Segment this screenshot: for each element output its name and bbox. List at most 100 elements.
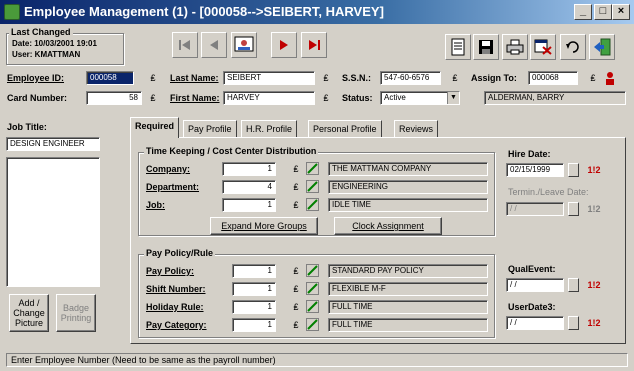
holiday-rule-edit-icon[interactable] xyxy=(306,300,319,313)
termination-date-spinner xyxy=(568,202,579,216)
delete-button[interactable] xyxy=(530,34,556,60)
first-name-label: First Name: xyxy=(170,93,220,103)
pay-category-description: FULL TIME xyxy=(328,318,488,332)
user-date3-spinner[interactable] xyxy=(568,316,579,330)
tab-pay-profile[interactable]: Pay Profile xyxy=(183,120,237,138)
print-button[interactable] xyxy=(502,34,528,60)
job-field[interactable]: 1 xyxy=(222,198,276,212)
tab-hr-profile[interactable]: H.R. Profile xyxy=(241,120,298,138)
job-edit-icon[interactable] xyxy=(306,198,319,211)
last-changed-date: Date: 10/03/2001 19:01 xyxy=(12,39,97,48)
employee-lookup-button[interactable] xyxy=(231,32,257,58)
hire-date-field[interactable]: 02/15/1999 xyxy=(506,163,564,177)
termination-date-calendar-icon: 1!2 xyxy=(587,204,601,214)
status-bar-text: Enter Employee Number (Need to be same a… xyxy=(11,355,276,365)
department-label: Department: xyxy=(146,182,200,192)
close-button[interactable]: × xyxy=(612,4,630,20)
job-lookup-icon[interactable]: ₤ xyxy=(289,199,303,211)
qual-event-label: QualEvent: xyxy=(508,264,556,274)
company-edit-icon[interactable] xyxy=(306,162,319,175)
new-document-icon xyxy=(451,38,465,56)
clock-assignment-button[interactable]: Clock Assignment xyxy=(334,217,442,235)
department-description: ENGINEERING xyxy=(328,180,488,194)
tab-personal-profile[interactable]: Personal Profile xyxy=(308,120,382,138)
first-name-field[interactable]: HARVEY xyxy=(223,91,315,105)
job-title-field[interactable]: DESIGN ENGINEER xyxy=(6,137,100,151)
pay-policy-lookup-icon[interactable]: ₤ xyxy=(289,265,303,277)
pay-category-lookup-icon[interactable]: ₤ xyxy=(289,319,303,331)
qual-event-spinner[interactable] xyxy=(568,278,579,292)
shift-number-field[interactable]: 1 xyxy=(232,282,276,296)
qual-event-field[interactable]: / / xyxy=(506,278,564,292)
status-label: Status: xyxy=(342,93,373,103)
employee-id-label: Employee ID: xyxy=(7,73,65,83)
assign-to-lookup-icon[interactable]: ₤ xyxy=(586,72,600,84)
holiday-rule-label: Holiday Rule: xyxy=(146,302,204,312)
assign-to-field[interactable]: 000068 xyxy=(528,71,578,85)
last-record-button[interactable] xyxy=(301,32,327,58)
holiday-rule-lookup-icon[interactable]: ₤ xyxy=(289,301,303,313)
card-number-field[interactable]: 58 xyxy=(86,91,142,105)
job-description: IDLE TIME xyxy=(328,198,488,212)
exit-door-icon xyxy=(594,38,611,56)
ssn-lookup-icon[interactable]: ₤ xyxy=(448,72,462,84)
minimize-button[interactable]: _ xyxy=(574,4,592,20)
status-value: Active xyxy=(384,93,406,102)
pay-policy-edit-icon[interactable] xyxy=(306,264,319,277)
last-changed-group xyxy=(6,33,124,65)
card-number-label: Card Number: xyxy=(7,93,68,103)
first-record-button[interactable] xyxy=(172,32,198,58)
last-name-lookup-icon[interactable]: ₤ xyxy=(319,72,333,84)
next-record-button[interactable] xyxy=(271,32,297,58)
maximize-button[interactable]: □ xyxy=(594,4,612,20)
timekeeping-legend: Time Keeping / Cost Center Distribution xyxy=(144,146,319,156)
employee-card-icon xyxy=(234,36,254,52)
badge-printing-button[interactable]: Badge Printing xyxy=(56,294,96,332)
prev-record-button[interactable] xyxy=(201,32,227,58)
pay-policy-field[interactable]: 1 xyxy=(232,264,276,278)
employee-id-field[interactable]: 000058 xyxy=(86,71,134,85)
user-date3-field[interactable]: / / xyxy=(506,316,564,330)
shift-number-edit-icon[interactable] xyxy=(306,282,319,295)
last-name-field[interactable]: SEIBERT xyxy=(223,71,315,85)
holiday-rule-field[interactable]: 1 xyxy=(232,300,276,314)
department-edit-icon[interactable] xyxy=(306,180,319,193)
card-number-lookup-icon[interactable]: ₤ xyxy=(146,92,160,104)
termination-date-field: / / xyxy=(506,202,564,216)
assign-to-person-icon[interactable] xyxy=(603,71,617,85)
delete-record-icon xyxy=(534,39,552,55)
company-lookup-icon[interactable]: ₤ xyxy=(289,163,303,175)
pay-policy-legend: Pay Policy/Rule xyxy=(144,248,216,258)
new-record-button[interactable] xyxy=(445,34,471,60)
undo-icon xyxy=(566,41,579,53)
save-button[interactable] xyxy=(473,34,499,60)
expand-more-groups-button[interactable]: Expand More Groups xyxy=(210,217,318,235)
hire-date-calendar-icon[interactable]: 1!2 xyxy=(586,163,602,177)
add-change-picture-button[interactable]: Add / Change Picture xyxy=(9,294,49,332)
employee-id-lookup-icon[interactable]: ₤ xyxy=(146,72,160,84)
termination-date-label: Termin./Leave Date: xyxy=(508,187,589,197)
undo-button[interactable] xyxy=(560,34,586,60)
shift-number-lookup-icon[interactable]: ₤ xyxy=(289,283,303,295)
tab-reviews[interactable]: Reviews xyxy=(394,120,439,138)
company-field[interactable]: 1 xyxy=(222,162,276,176)
pay-category-edit-icon[interactable] xyxy=(306,318,319,331)
tab-required[interactable]: Required xyxy=(130,117,180,138)
assign-to-name-field: ALDERMAN, BARRY xyxy=(484,91,626,105)
pay-policy-description: STANDARD PAY POLICY xyxy=(328,264,488,278)
printer-icon xyxy=(506,39,524,55)
exit-button[interactable] xyxy=(589,34,615,60)
qual-event-calendar-icon[interactable]: 1!2 xyxy=(586,278,602,292)
holiday-rule-description: FULL TIME xyxy=(328,300,488,314)
first-name-lookup-icon[interactable]: ₤ xyxy=(319,92,333,104)
pay-category-field[interactable]: 1 xyxy=(232,318,276,332)
window-titlebar: Employee Management (1) - [000058-->SEIB… xyxy=(0,0,634,24)
department-lookup-icon[interactable]: ₤ xyxy=(289,181,303,193)
ssn-field[interactable]: 547-60-6576 xyxy=(380,71,441,85)
user-date3-calendar-icon[interactable]: 1!2 xyxy=(586,316,602,330)
department-field[interactable]: 4 xyxy=(222,180,276,194)
company-description: THE MATTMAN COMPANY xyxy=(328,162,488,176)
hire-date-spinner[interactable] xyxy=(568,163,579,177)
status-select[interactable]: Active ▼ xyxy=(380,91,460,105)
chevron-down-icon[interactable]: ▼ xyxy=(447,92,459,104)
